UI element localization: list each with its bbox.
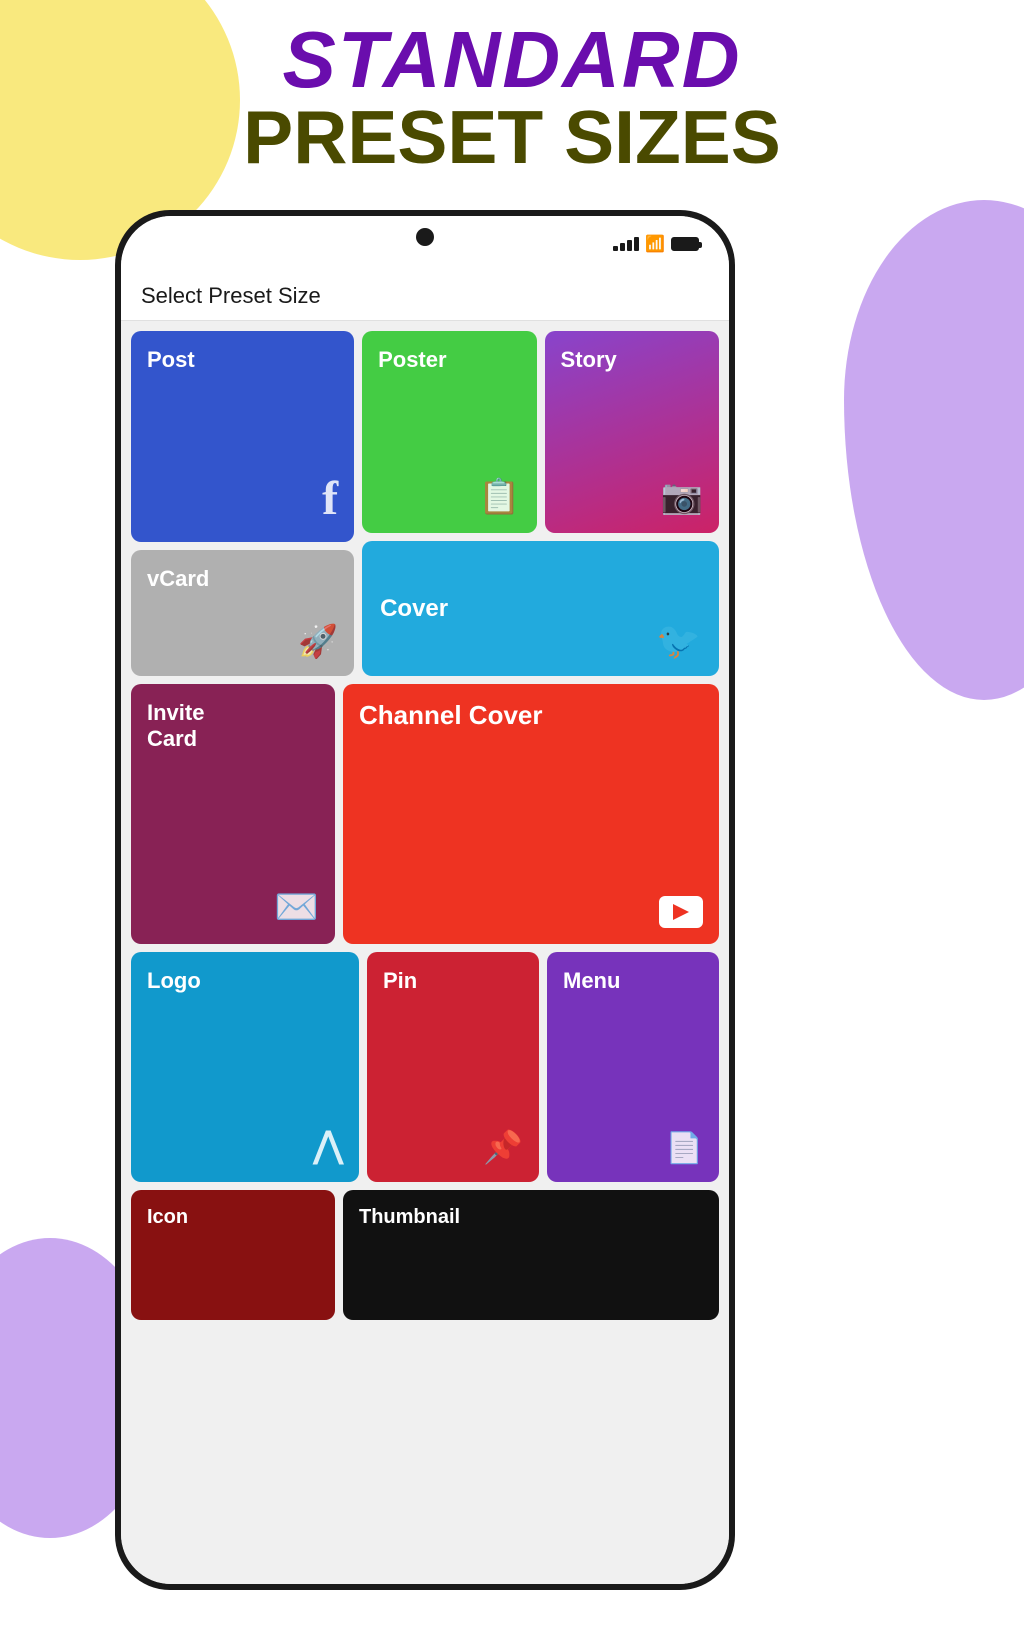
pin-label: Pin: [383, 968, 523, 994]
poster-label: Poster: [378, 347, 520, 373]
pin-tile[interactable]: Pin 📌: [367, 952, 539, 1182]
bg-purple-decoration-top: [844, 200, 1024, 700]
cover-icon: 🐦: [656, 620, 701, 662]
logo-label: Logo: [147, 968, 343, 994]
icon-label: Icon: [147, 1206, 319, 1229]
wifi-icon: 📶: [645, 234, 665, 254]
thumbnail-tile[interactable]: Thumbnail: [343, 1190, 719, 1320]
invite-label: Invite Card: [147, 700, 319, 752]
channel-cover-tile[interactable]: Channel Cover: [343, 684, 719, 944]
cover-label: Cover: [380, 595, 448, 623]
preset-grid: Post f vCard 🚀 Poster 📋: [121, 321, 729, 1584]
logo-icon: ⋀: [313, 1124, 343, 1166]
menu-icon: 📄: [666, 1131, 703, 1166]
icon-tile[interactable]: Icon: [131, 1190, 335, 1320]
youtube-icon: [659, 896, 703, 928]
invite-icon: ✉️: [274, 886, 319, 928]
cover-tile[interactable]: Cover 🐦: [362, 541, 719, 676]
vcard-icon: 🚀: [298, 622, 338, 660]
story-tile[interactable]: Story 📷: [545, 331, 719, 533]
post-icon: f: [322, 471, 338, 526]
status-bar: 📶: [121, 216, 729, 271]
app-title: Select Preset Size: [141, 283, 321, 309]
menu-label: Menu: [563, 968, 703, 994]
poster-icon: 📋: [478, 477, 520, 517]
header-line1: STANDARD: [0, 20, 1024, 100]
pin-icon: 📌: [483, 1128, 523, 1166]
grid-row-2: Invite Card ✉️ Channel Cover: [131, 684, 719, 944]
status-icons: 📶: [613, 234, 699, 254]
channel-cover-label: Channel Cover: [359, 700, 703, 731]
post-label: Post: [147, 347, 338, 373]
post-tile[interactable]: Post f: [131, 331, 354, 542]
page-header: STANDARD PRESET SIZES: [0, 20, 1024, 175]
grid-row-1: Post f vCard 🚀 Poster 📋: [131, 331, 719, 676]
thumbnail-label: Thumbnail: [359, 1206, 703, 1229]
story-icon: 📷: [661, 477, 703, 517]
app-header: Select Preset Size: [121, 271, 729, 321]
menu-tile[interactable]: Menu 📄: [547, 952, 719, 1182]
grid-row-4: Icon Thumbnail: [131, 1190, 719, 1320]
logo-tile[interactable]: Logo ⋀: [131, 952, 359, 1182]
col-left: Post f vCard 🚀: [131, 331, 354, 676]
header-line2: PRESET SIZES: [0, 100, 1024, 175]
battery-icon: [671, 237, 699, 251]
poster-tile[interactable]: Poster 📋: [362, 331, 536, 533]
phone-screen: 📶 Select Preset Size Post f vCard: [121, 216, 729, 1584]
youtube-play: [673, 904, 689, 920]
camera-notch: [416, 228, 434, 246]
invite-tile[interactable]: Invite Card ✉️: [131, 684, 335, 944]
top-row: Poster 📋 Story 📷: [362, 331, 719, 533]
vcard-label: vCard: [147, 566, 338, 592]
story-label: Story: [561, 347, 703, 373]
grid-row-3: Logo ⋀ Pin 📌 Menu 📄: [131, 952, 719, 1182]
vcard-tile[interactable]: vCard 🚀: [131, 550, 354, 676]
col-right: Poster 📋 Story 📷 Cover 🐦: [362, 331, 719, 676]
phone-frame: 📶 Select Preset Size Post f vCard: [115, 210, 735, 1590]
signal-icon: [613, 237, 639, 251]
